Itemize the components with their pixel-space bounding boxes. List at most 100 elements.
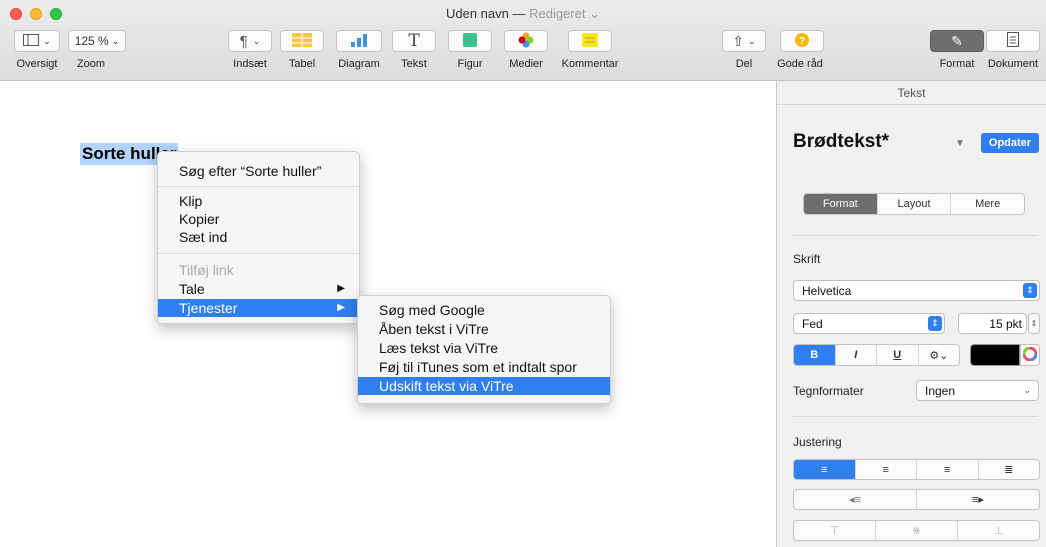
align-bottom-icon: ⊥ [993, 525, 1004, 537]
menu-separator [158, 186, 359, 187]
font-size-stepper[interactable]: ⇕ [1028, 313, 1040, 334]
media-label: Medier [509, 58, 543, 70]
share-label: Del [735, 58, 753, 70]
format-brush-icon: ✎ [951, 32, 963, 49]
chart-button[interactable] [336, 30, 382, 52]
menu-item-services-label: Tjenester [179, 300, 238, 316]
menu-item-paste[interactable]: Sæt ind [158, 228, 359, 246]
menu-item-copy[interactable]: Kopier [158, 210, 359, 228]
align-right-icon: ≡ [944, 463, 951, 476]
divider [792, 235, 1038, 236]
chevron-down-icon[interactable]: ⌄ [585, 6, 600, 21]
zoom-select[interactable]: 125 % ⌄ [68, 30, 126, 52]
align-top-button[interactable]: ⊤ [794, 521, 876, 540]
char-styles-select[interactable]: Ingen ⌄ [916, 380, 1039, 401]
underline-button[interactable]: U [877, 345, 919, 365]
tips-button[interactable]: ? [780, 30, 824, 52]
indent-buttons: ◂≡ ≡▸ [793, 489, 1040, 510]
service-item-highlighted[interactable]: Udskift tekst via ViTre [358, 377, 610, 395]
sidebar-header[interactable]: Tekst [777, 81, 1046, 105]
submenu-arrow-icon: ▶ [337, 283, 345, 294]
menu-item-add-link: Tilføj link [179, 262, 234, 278]
text-style-buttons: B I U ⚙⌄ [793, 344, 960, 366]
text-icon: T [408, 31, 420, 51]
services-submenu: Søg med Google Åben tekst i ViTre Læs te… [357, 295, 611, 404]
edited-status: Redigeret [529, 6, 586, 21]
italic-button[interactable]: I [836, 345, 877, 365]
context-menu: Søg efter “Sorte huller” Klip Kopier Sæt… [157, 151, 360, 324]
align-justify-button[interactable]: ≣ [979, 460, 1040, 479]
chart-icon [350, 33, 368, 50]
service-item[interactable]: Føj til iTunes som et indtalt spor [358, 358, 610, 376]
align-center-icon: ≡ [882, 463, 889, 476]
tab-layout[interactable]: Layout [878, 194, 952, 214]
shape-button[interactable] [448, 30, 492, 52]
menu-separator [158, 253, 359, 254]
font-size-field[interactable]: 15 pkt [958, 313, 1027, 334]
document-label: Dokument [987, 58, 1039, 70]
decrease-indent-button[interactable]: ◂≡ [794, 490, 917, 509]
tab-format[interactable]: Format [804, 194, 878, 214]
menu-item-cut[interactable]: Klip [158, 192, 359, 210]
document-button[interactable] [986, 30, 1040, 52]
menu-item-services[interactable]: Tjenester ▶ [158, 299, 359, 317]
zoom-label: Zoom [76, 58, 106, 70]
sidebar-tabs: Format Layout Mere [803, 193, 1025, 215]
paragraph-style-name[interactable]: Brødtekst* [793, 131, 889, 153]
align-justify-icon: ≣ [1004, 464, 1014, 476]
media-button[interactable] [504, 30, 548, 52]
submenu-arrow-icon: ▶ [337, 302, 345, 313]
service-item[interactable]: Søg med Google [358, 301, 610, 319]
align-center-button[interactable]: ≡ [856, 460, 917, 479]
service-item[interactable]: Læs tekst via ViTre [358, 339, 610, 357]
alignment-section-label: Justering [793, 435, 842, 449]
font-family-select[interactable]: Helvetica ⇕ [793, 280, 1040, 301]
gear-icon: ⚙⌄ [929, 349, 949, 362]
chevron-down-icon: ⌄ [1023, 385, 1031, 395]
share-icon: ⇧ [732, 32, 745, 49]
shape-label: Figur [457, 58, 483, 70]
text-options-gear-button[interactable]: ⚙⌄ [919, 345, 960, 365]
chevron-down-icon: ⌄ [43, 35, 51, 46]
chevron-down-icon: ⌄ [748, 35, 756, 46]
chart-label: Diagram [338, 58, 380, 70]
shape-icon [463, 32, 477, 50]
color-wheel-icon [1022, 346, 1038, 364]
align-middle-button[interactable]: ⋇ [876, 521, 958, 540]
svg-text:?: ? [799, 36, 805, 47]
font-weight-value: Fed [802, 316, 823, 331]
text-color-well[interactable] [970, 344, 1020, 366]
outdent-icon: ◂≡ [849, 494, 861, 506]
align-left-button[interactable]: ≡ [794, 460, 856, 479]
text-button[interactable]: T [392, 30, 436, 52]
font-family-value: Helvetica [802, 283, 852, 298]
align-right-button[interactable]: ≡ [917, 460, 979, 479]
update-style-button[interactable]: Opdater [981, 133, 1039, 153]
style-dropdown-triangle-icon[interactable]: ▼ [955, 138, 965, 149]
document-title: Uden navn [445, 6, 509, 21]
increase-indent-button[interactable]: ≡▸ [917, 490, 1039, 509]
menu-item-search[interactable]: Søg efter “Sorte huller” [158, 162, 359, 180]
format-button[interactable]: ✎ [930, 30, 984, 52]
char-styles-label: Tegnformater [793, 384, 864, 398]
sidebar-view-icon [23, 33, 40, 49]
font-weight-select[interactable]: Fed ⇕ [793, 313, 945, 334]
insert-button[interactable]: ¶ ⌄ [228, 30, 272, 52]
bold-button[interactable]: B [794, 345, 836, 365]
text-label: Tekst [401, 58, 427, 70]
menu-item-speech[interactable]: Tale ▶ [158, 280, 359, 298]
comment-button[interactable] [568, 30, 612, 52]
tab-more[interactable]: Mere [951, 194, 1024, 214]
service-item[interactable]: Åben tekst i ViTre [358, 320, 610, 338]
table-button[interactable] [280, 30, 324, 52]
window-title: Uden navn — Redigeret ⌄ [0, 6, 1046, 22]
media-icon [518, 32, 534, 51]
view-button[interactable]: ⌄ [14, 30, 60, 52]
vertical-alignment-buttons: ⊤ ⋇ ⊥ [793, 520, 1040, 541]
chevron-updown-icon: ⇕ [1023, 283, 1037, 298]
align-bottom-button[interactable]: ⊥ [958, 521, 1039, 540]
color-picker-button[interactable] [1020, 344, 1040, 366]
align-middle-icon: ⋇ [911, 525, 922, 537]
share-button[interactable]: ⇧ ⌄ [722, 30, 766, 52]
chevron-updown-icon: ⇕ [928, 316, 942, 331]
